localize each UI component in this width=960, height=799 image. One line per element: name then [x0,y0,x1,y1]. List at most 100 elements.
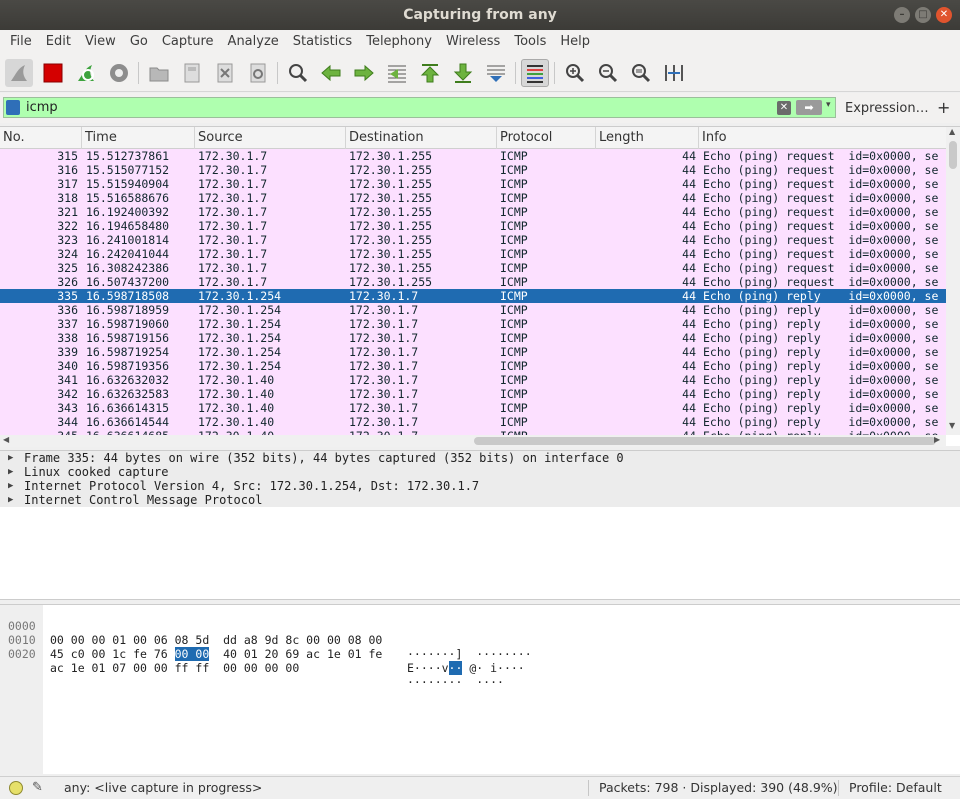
close-icon[interactable]: ✕ [936,7,952,23]
expert-info-icon[interactable] [9,781,23,795]
filter-text[interactable]: icmp [26,100,58,115]
column-header-info[interactable]: Info [699,127,946,149]
packet-cell-src: 172.30.1.7 [198,233,268,247]
go-first-icon[interactable] [416,59,444,87]
packet-row[interactable]: 340 16.598719356 172.30.1.254 172.30.1.7 ICM… [0,359,946,373]
open-file-icon[interactable] [145,59,173,87]
packet-row[interactable]: 323 16.241001814 172.30.1.7 172.30.1.255 ICM… [0,233,946,247]
stop-capture-icon[interactable] [39,59,67,87]
packet-row[interactable]: 324 16.242041044 172.30.1.7 172.30.1.255 ICM… [0,247,946,261]
packet-row[interactable]: 344 16.636614544 172.30.1.40 172.30.1.7 ICMP… [0,415,946,429]
packet-cell-info: Echo (ping) reply id=0x0000, se [703,317,939,331]
packet-count-text: Packets: 798 · Displayed: 390 (48.9%) [599,780,838,795]
detail-row-frame[interactable]: ▶ Frame 335: 44 bytes on wire (352 bits)… [0,451,960,465]
packet-cell-info: Echo (ping) request id=0x0000, se [703,219,939,233]
packet-row[interactable]: 322 16.194658480 172.30.1.7 172.30.1.255 ICM… [0,219,946,233]
menu-capture[interactable]: Capture [155,30,221,54]
detail-row-linux-cooked[interactable]: ▶ Linux cooked capture [0,465,960,479]
close-file-icon[interactable] [211,59,239,87]
window-title: Capturing from any [403,7,557,23]
shark-fin-start-icon[interactable] [5,59,33,87]
maximize-icon[interactable]: □ [915,7,931,23]
packet-row[interactable]: 316 15.515077152 172.30.1.7 172.30.1.255 ICM… [0,163,946,177]
menu-help[interactable]: Help [553,30,597,54]
go-back-icon[interactable] [317,59,345,87]
packet-cell-no: 338 [57,331,78,345]
go-to-packet-icon[interactable] [383,59,411,87]
bytes-row[interactable]: 0020 ac 1e 01 07 00 00 ff ff 00 00 00 00… [0,633,504,689]
detail-row-icmp[interactable]: ▶ Internet Control Message Protocol [0,493,960,507]
expand-arrow-icon[interactable]: ▶ [8,451,13,465]
packet-row[interactable]: 342 16.632632583 172.30.1.40 172.30.1.7 ICMP… [0,387,946,401]
expand-arrow-icon[interactable]: ▶ [8,479,13,493]
save-file-icon[interactable] [178,59,206,87]
filter-history-dropdown-icon[interactable]: ▾ [826,100,831,110]
packet-cell-time: 16.192400392 [86,205,170,219]
packet-row[interactable]: 318 15.516588676 172.30.1.7 172.30.1.255 ICM… [0,191,946,205]
bytes-row[interactable]: 0000 00 00 00 01 00 06 08 5d dd a8 9d 8c… [0,605,532,661]
packet-cell-no: 324 [57,247,78,261]
auto-scroll-icon[interactable] [482,59,510,87]
menu-go[interactable]: Go [123,30,155,54]
column-header-destination[interactable]: Destination [346,127,497,149]
menu-view[interactable]: View [78,30,123,54]
packet-cell-proto: ICMP [500,373,528,387]
column-header-length[interactable]: Length [596,127,699,149]
packet-cell-proto: ICMP [500,177,528,191]
expression-button[interactable]: Expression… [845,101,929,116]
apply-filter-icon[interactable]: ➡ [796,100,822,115]
bookmark-icon[interactable] [6,100,20,115]
restart-capture-icon[interactable] [72,59,100,87]
menu-edit[interactable]: Edit [39,30,78,54]
packet-row[interactable]: 336 16.598718959 172.30.1.254 172.30.1.7 ICM… [0,303,946,317]
menu-tools[interactable]: Tools [507,30,553,54]
bytes-row[interactable]: 0010 45 c0 00 1c fe 76 00 00 40 01 20 69… [0,619,525,675]
clear-filter-icon[interactable]: ✕ [777,101,791,115]
column-header-no[interactable]: No. [0,127,82,149]
packet-row[interactable]: 338 16.598719156 172.30.1.254 172.30.1.7 ICM… [0,331,946,345]
column-header-protocol[interactable]: Protocol [497,127,596,149]
zoom-in-icon[interactable] [561,59,589,87]
packet-cell-time: 15.512737861 [86,149,170,163]
packet-row[interactable]: 315 15.512737861 172.30.1.7 172.30.1.255 ICM… [0,149,946,163]
packet-list-vertical-scrollbar[interactable]: ▲ ▼ [946,127,960,435]
packet-cell-time: 15.515940904 [86,177,170,191]
packet-row[interactable]: 337 16.598719060 172.30.1.254 172.30.1.7 ICM… [0,317,946,331]
menu-telephony[interactable]: Telephony [359,30,439,54]
find-packet-icon[interactable] [284,59,312,87]
menu-wireless[interactable]: Wireless [439,30,507,54]
colorize-icon[interactable] [521,59,549,87]
menu-analyze[interactable]: Analyze [221,30,286,54]
expand-arrow-icon[interactable]: ▶ [8,493,13,507]
column-header-time[interactable]: Time [82,127,195,149]
packet-row[interactable]: 339 16.598719254 172.30.1.254 172.30.1.7 ICM… [0,345,946,359]
packet-row[interactable]: 343 16.636614315 172.30.1.40 172.30.1.7 ICMP… [0,401,946,415]
zoom-out-icon[interactable] [594,59,622,87]
reload-file-icon[interactable] [244,59,272,87]
packet-row[interactable]: 341 16.632632032 172.30.1.40 172.30.1.7 ICMP… [0,373,946,387]
packet-row[interactable]: 326 16.507437200 172.30.1.7 172.30.1.255 ICM… [0,275,946,289]
packet-cell-info: Echo (ping) reply id=0x0000, se [703,345,939,359]
packet-row-selected[interactable]: 335 16.598718508 172.30.1.254 172.30.1.7 ICM… [0,289,946,303]
resize-columns-icon[interactable] [660,59,688,87]
go-forward-icon[interactable] [350,59,378,87]
packet-list-horizontal-scrollbar[interactable]: ◀ ▶ [0,435,946,447]
packet-row[interactable]: 317 15.515940904 172.30.1.7 172.30.1.255 ICM… [0,177,946,191]
profile-switcher[interactable]: Profile: Default [849,777,942,799]
packet-cell-proto: ICMP [500,331,528,345]
packet-row[interactable]: 325 16.308242386 172.30.1.7 172.30.1.255 ICM… [0,261,946,275]
capture-comment-icon[interactable]: ✎ [32,777,43,799]
menu-file[interactable]: File [3,30,39,54]
packet-cell-len: 44 [682,401,696,415]
capture-options-icon[interactable] [105,59,133,87]
detail-row-ipv4[interactable]: ▶ Internet Protocol Version 4, Src: 172.… [0,479,960,493]
add-filter-button[interactable]: + [937,98,950,117]
packet-row[interactable]: 321 16.192400392 172.30.1.7 172.30.1.255 ICM… [0,205,946,219]
go-last-icon[interactable] [449,59,477,87]
zoom-reset-icon[interactable] [627,59,655,87]
display-filter-input[interactable]: icmp ✕ ➡ ▾ [3,97,836,118]
minimize-icon[interactable]: – [894,7,910,23]
column-header-source[interactable]: Source [195,127,346,149]
expand-arrow-icon[interactable]: ▶ [8,465,13,479]
menu-statistics[interactable]: Statistics [286,30,359,54]
